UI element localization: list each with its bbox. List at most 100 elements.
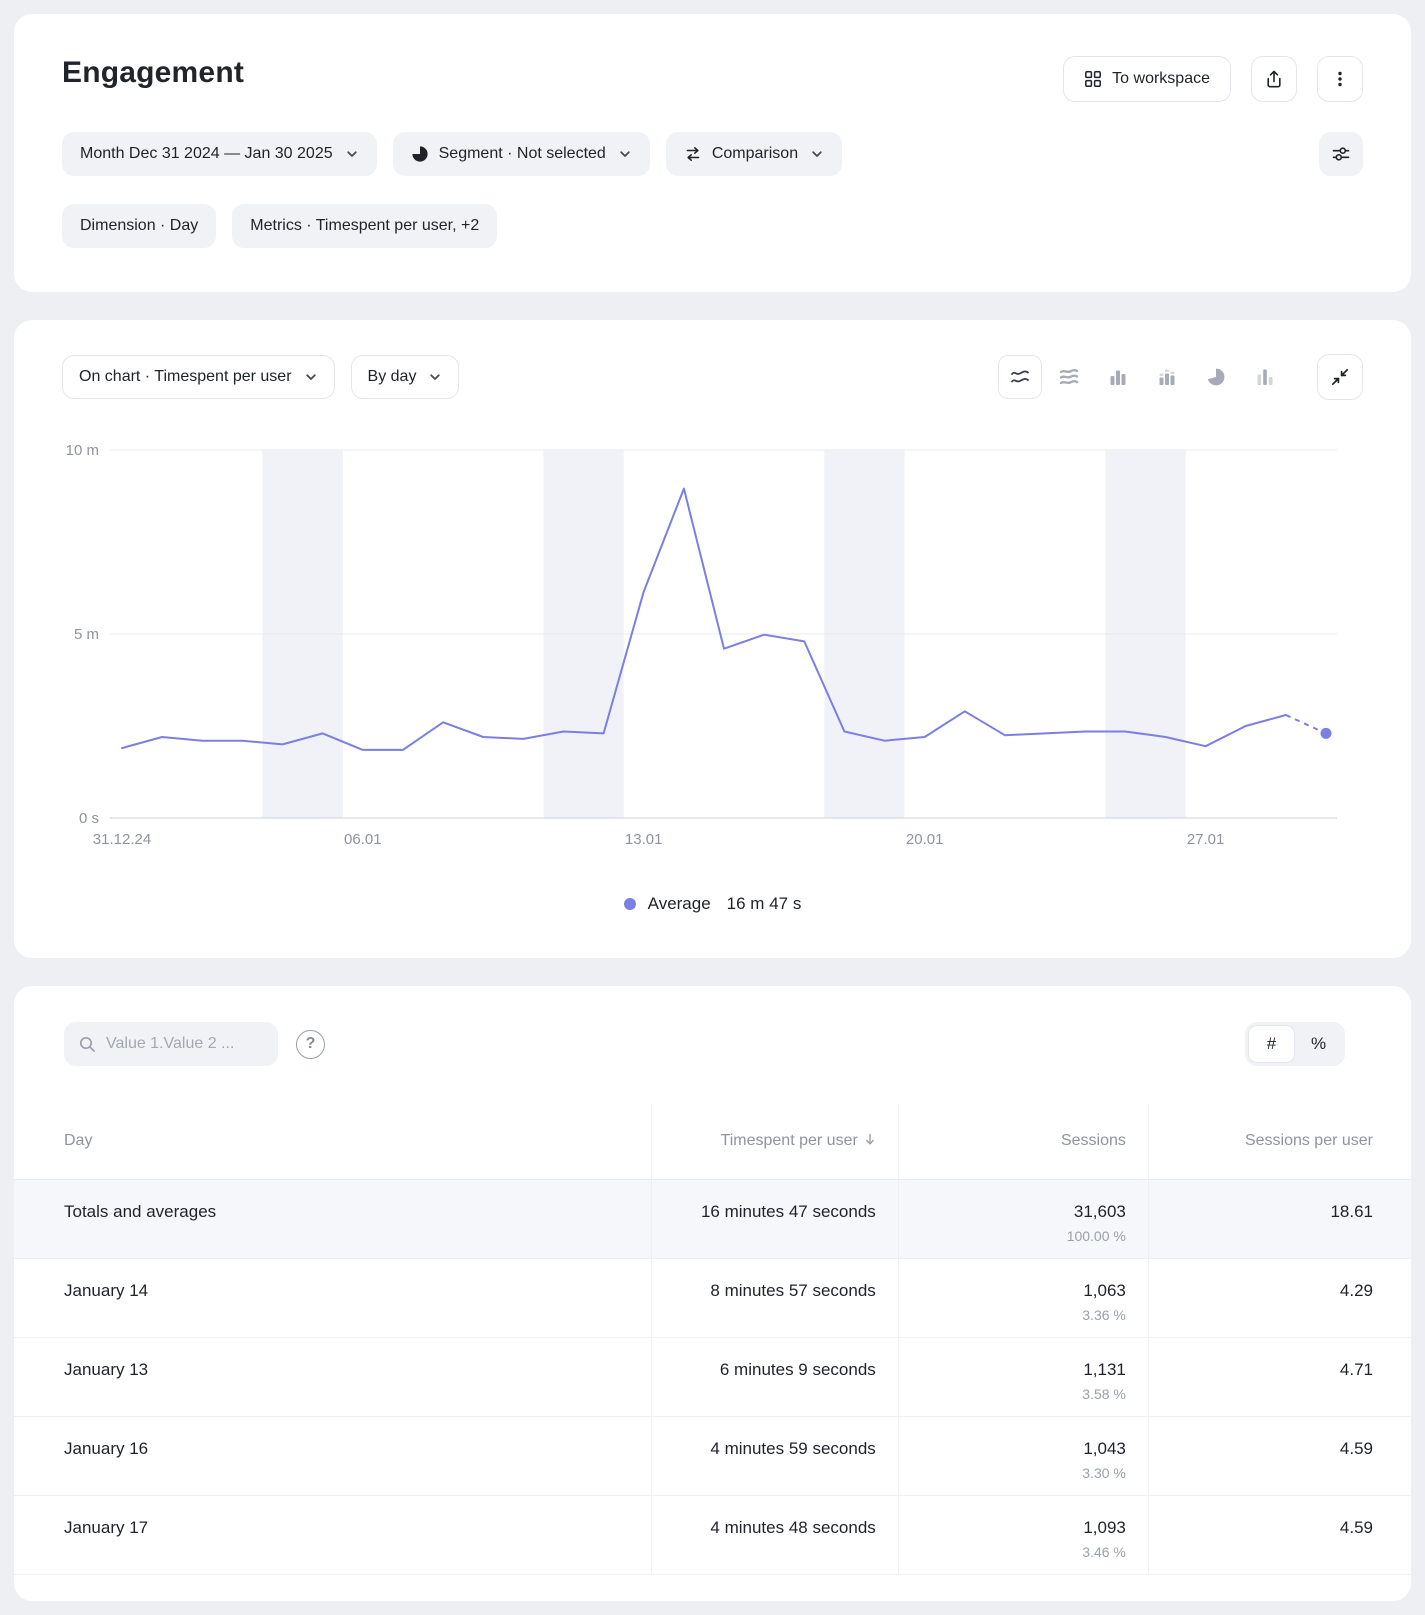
column-header-sessions-per-user[interactable]: Sessions per user xyxy=(1148,1104,1411,1179)
search-icon xyxy=(78,1035,96,1053)
chevron-down-icon xyxy=(810,147,824,161)
svg-text:06.01: 06.01 xyxy=(344,831,382,848)
help-button[interactable]: ? xyxy=(296,1030,325,1059)
stacked-area-chart-icon xyxy=(1058,366,1080,388)
legend-dot-icon xyxy=(624,898,636,910)
to-workspace-label: To workspace xyxy=(1112,70,1210,88)
svg-text:27.01: 27.01 xyxy=(1187,831,1225,848)
legend-value: 16 m 47 s xyxy=(727,894,802,914)
svg-text:10 m: 10 m xyxy=(66,442,99,459)
workspace-icon xyxy=(1084,70,1102,88)
sessions-value: 1,131 xyxy=(899,1360,1126,1380)
day-cell[interactable]: January 16 xyxy=(14,1416,651,1495)
chevron-down-icon xyxy=(345,147,359,161)
column-header-label: Sessions per user xyxy=(1245,1132,1373,1149)
sessions-value: 1,063 xyxy=(899,1281,1126,1301)
dimension-chip-label: Dimension · Day xyxy=(80,217,198,235)
chevron-down-icon xyxy=(304,370,318,384)
day-cell[interactable]: January 17 xyxy=(14,1495,651,1574)
chevron-down-icon xyxy=(428,370,442,384)
percent-format-button[interactable]: % xyxy=(1295,1025,1342,1063)
more-menu-button[interactable] xyxy=(1317,56,1363,102)
on-chart-select-label: On chart · Timespent per user xyxy=(79,368,292,386)
chart-type-switcher xyxy=(998,355,1287,399)
on-chart-select[interactable]: On chart · Timespent per user xyxy=(62,355,335,399)
svg-text:5 m: 5 m xyxy=(74,626,99,643)
granularity-select[interactable]: By day xyxy=(351,355,460,399)
svg-text:20.01: 20.01 xyxy=(906,831,944,848)
table-card: ? # % Day Timespent per user Sessions Sessi… xyxy=(14,986,1411,1601)
collapse-chart-button[interactable] xyxy=(1317,354,1363,400)
column-header-timespent-per-user[interactable]: Timespent per user xyxy=(651,1104,898,1179)
line-chart-icon xyxy=(1009,366,1031,388)
search-input[interactable] xyxy=(106,1035,264,1053)
column-chart-type-button[interactable] xyxy=(1243,355,1287,399)
comparison-filter-chip[interactable]: Comparison xyxy=(666,132,842,176)
chart-legend-item[interactable]: Average 16 m 47 s xyxy=(62,894,1363,914)
metrics-chip[interactable]: Metrics · Timespent per user, +2 xyxy=(232,204,497,248)
kebab-menu-icon xyxy=(1331,70,1349,88)
sessions-per-user-cell: 4.71 xyxy=(1148,1337,1411,1416)
granularity-select-label: By day xyxy=(368,368,417,386)
sort-desc-icon xyxy=(864,1133,876,1146)
table-row[interactable]: January 164 minutes 59 seconds1,043 3.30 … xyxy=(14,1416,1411,1495)
line-chart-type-button[interactable] xyxy=(998,355,1042,399)
table-row[interactable]: January 174 minutes 48 seconds1,0933.46 … xyxy=(14,1495,1411,1574)
segment-filter-chip[interactable]: Segment · Not selected xyxy=(393,132,650,176)
timespent-cell: 6 minutes 9 seconds xyxy=(651,1337,898,1416)
segment-pie-icon xyxy=(411,145,429,163)
metrics-table: Day Timespent per user Sessions Sessions pe… xyxy=(14,1104,1411,1575)
sessions-cell: 1,043 3.30 % xyxy=(898,1416,1148,1495)
page-title: Engagement xyxy=(62,56,244,90)
header-actions: To workspace xyxy=(1063,56,1363,102)
column-header-label: Timespent per user xyxy=(721,1132,858,1149)
sessions-per-user-cell: 4.59 xyxy=(1148,1495,1411,1574)
sessions-cell: 1,131 3.58 % xyxy=(898,1337,1148,1416)
sessions-cell: 31,603 100.00 % xyxy=(898,1179,1148,1258)
share-icon xyxy=(1264,69,1284,89)
sessions-percent: 3.36 % xyxy=(899,1307,1126,1323)
sessions-per-user-cell: 18.61 xyxy=(1148,1179,1411,1258)
comparison-filter-label: Comparison xyxy=(712,145,798,163)
sessions-cell: 1,063 3.36 % xyxy=(898,1258,1148,1337)
day-cell[interactable]: January 14 xyxy=(14,1258,651,1337)
table-row[interactable]: Totals and averages16 minutes 47 seconds… xyxy=(14,1179,1411,1258)
bar-chart-icon xyxy=(1107,366,1129,388)
timespent-cell: 4 minutes 48 seconds xyxy=(651,1495,898,1574)
engagement-page: Engagement To workspace xyxy=(0,0,1425,1615)
stacked-bar-chart-type-button[interactable] xyxy=(1145,355,1189,399)
sliders-icon xyxy=(1331,144,1351,164)
stacked-area-chart-type-button[interactable] xyxy=(1047,355,1091,399)
export-button[interactable] xyxy=(1251,56,1297,102)
number-format-button[interactable]: # xyxy=(1248,1025,1295,1063)
sessions-percent: 100.00 % xyxy=(899,1228,1126,1244)
column-header-sessions[interactable]: Sessions xyxy=(898,1104,1148,1179)
timespent-cell: 16 minutes 47 seconds xyxy=(651,1179,898,1258)
pie-chart-type-button[interactable] xyxy=(1194,355,1238,399)
dimension-chip[interactable]: Dimension · Day xyxy=(62,204,216,248)
timespent-cell: 4 minutes 59 seconds xyxy=(651,1416,898,1495)
day-cell[interactable]: January 13 xyxy=(14,1337,651,1416)
sessions-percent: 3.30 % xyxy=(899,1465,1126,1481)
period-filter-chip[interactable]: Month Dec 31 2024 — Jan 30 2025 xyxy=(62,132,377,176)
svg-text:31.12.24: 31.12.24 xyxy=(93,831,151,848)
sessions-cell: 1,0933.46 % xyxy=(898,1495,1148,1574)
format-toggle: # % xyxy=(1245,1022,1345,1066)
bar-chart-type-button[interactable] xyxy=(1096,355,1140,399)
day-cell[interactable]: Totals and averages xyxy=(14,1179,651,1258)
chart-card: On chart · Timespent per user By day xyxy=(14,320,1411,958)
sessions-value: 1,043 xyxy=(899,1439,1126,1459)
timespent-line-chart[interactable]: 10 m5 m0 s31.12.2406.0113.0120.0127.01 xyxy=(62,426,1363,862)
search-box[interactable] xyxy=(64,1022,278,1066)
filter-settings-button[interactable] xyxy=(1319,132,1363,176)
table-row[interactable]: January 148 minutes 57 seconds1,0633.36 … xyxy=(14,1258,1411,1337)
chevron-down-icon xyxy=(618,147,632,161)
sessions-percent: 3.58 % xyxy=(899,1386,1126,1402)
sessions-percent: 3.46 % xyxy=(899,1544,1126,1560)
table-row[interactable]: January 136 minutes 9 seconds1,131 3.58 %… xyxy=(14,1337,1411,1416)
column-header-label: Day xyxy=(64,1132,92,1149)
comparison-icon xyxy=(684,145,702,163)
to-workspace-button[interactable]: To workspace xyxy=(1063,56,1231,102)
column-header-day[interactable]: Day xyxy=(14,1104,651,1179)
sessions-value: 31,603 xyxy=(899,1202,1126,1222)
